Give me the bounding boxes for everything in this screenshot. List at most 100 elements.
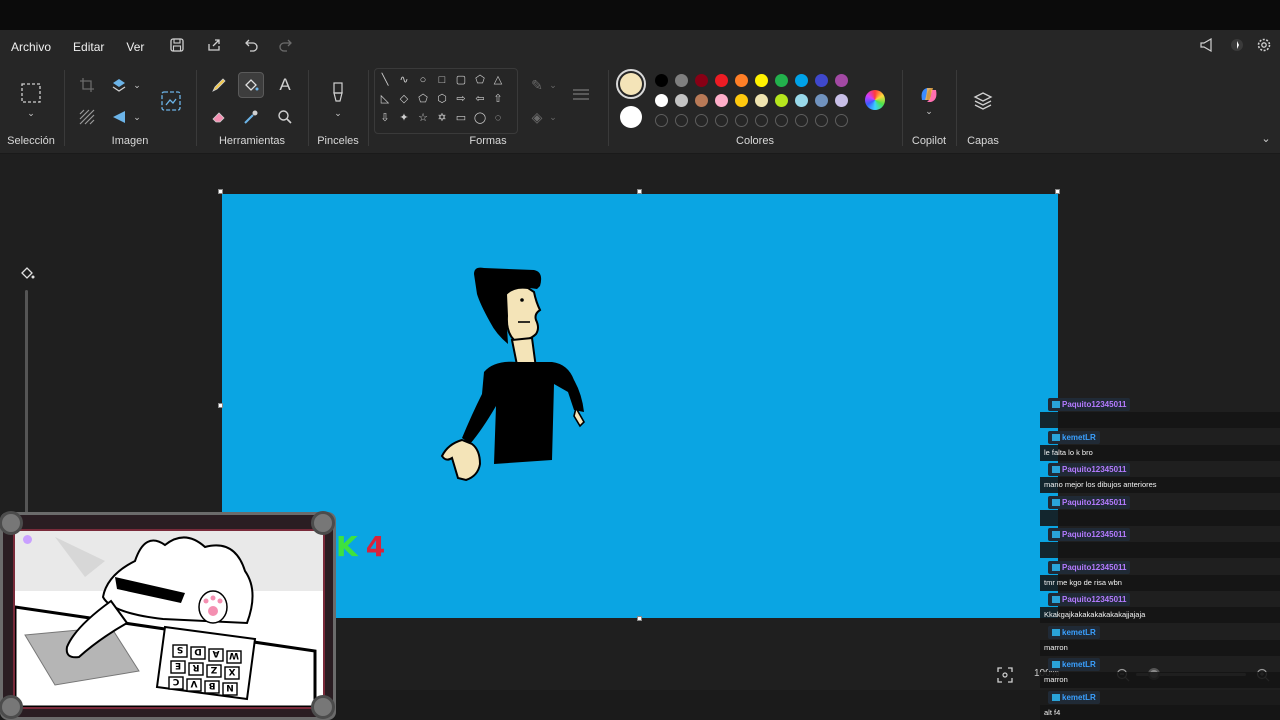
chevron-down-icon[interactable]: ⌄ [546,72,560,98]
color-swatch[interactable] [775,94,788,107]
six-point-star-shape-icon[interactable]: ✡ [435,111,449,125]
five-point-star-shape-icon[interactable]: ☆ [416,111,430,125]
color-picker-icon[interactable] [238,104,264,130]
color-swatch[interactable] [655,74,668,87]
color-swatch[interactable] [735,74,748,87]
color-swatch[interactable] [715,74,728,87]
arrow-up-shape-icon[interactable]: ⇧ [491,92,505,106]
color-swatch[interactable] [775,74,788,87]
color-swatch[interactable] [815,94,828,107]
resize-handle[interactable] [218,403,223,408]
chevron-down-icon[interactable]: ⌄ [325,106,351,120]
arrow-down-shape-icon[interactable]: ⇩ [378,111,392,125]
colors-label: Colores [736,135,774,147]
brush-size-slider[interactable] [25,290,28,520]
color-wheel-icon[interactable] [865,90,885,110]
triangle-shape-icon[interactable]: △ [491,73,505,87]
ribbon-collapse-chevron-icon[interactable]: ⌄ [1256,130,1276,146]
color-swatch[interactable] [695,94,708,107]
arrow-left-shape-icon[interactable]: ⇦ [473,92,487,106]
custom-color-slot[interactable] [655,114,668,127]
announcement-icon[interactable] [1198,37,1216,56]
fill-bucket-icon[interactable] [238,72,264,98]
resize-handle[interactable] [1055,189,1060,194]
resize-handle[interactable] [218,189,223,194]
redo-icon[interactable] [276,38,294,56]
color-swatch[interactable] [755,74,768,87]
color-swatch[interactable] [755,94,768,107]
image-group: ⌄ ⌄ Imagen [66,64,194,154]
color-swatch[interactable] [675,94,688,107]
fill-bucket-icon[interactable] [14,260,40,286]
chevron-down-icon[interactable]: ⌄ [546,104,560,130]
four-point-star-shape-icon[interactable]: ✦ [397,111,411,125]
magnifier-icon[interactable] [272,104,298,130]
resize-handle[interactable] [637,189,642,194]
custom-color-slot[interactable] [815,114,828,127]
custom-color-slot[interactable] [695,114,708,127]
keyboard-key-label: D [194,646,201,656]
brush-icon[interactable] [325,80,351,106]
callout-oval-shape-icon[interactable]: ◯ [473,111,487,125]
custom-color-slot[interactable] [775,114,788,127]
custom-color-slot[interactable] [835,114,848,127]
callout-rect-shape-icon[interactable]: ▭ [454,111,468,125]
color-swatch[interactable] [655,94,668,107]
pencil-icon[interactable] [206,72,232,98]
image-label: Imagen [111,135,149,147]
crop-icon[interactable] [74,72,100,98]
account-icon[interactable] [1228,38,1246,56]
color-swatch[interactable] [735,94,748,107]
rectangle-shape-icon[interactable]: □ [435,73,449,87]
color-swatch[interactable] [815,74,828,87]
chevron-down-icon[interactable]: ⌄ [130,104,144,130]
undo-icon[interactable] [243,38,261,56]
settings-icon[interactable] [1255,38,1273,56]
save-icon[interactable] [168,38,186,56]
chevron-down-icon[interactable]: ⌄ [130,72,144,98]
chat-username-text: kemetLR [1062,627,1096,637]
rounded-rectangle-shape-icon[interactable]: ▢ [454,73,468,87]
menu-edit[interactable]: Editar [62,40,115,54]
custom-color-slot[interactable] [795,114,808,127]
fit-to-window-icon[interactable] [992,662,1018,688]
eraser-icon[interactable] [206,104,232,130]
right-triangle-shape-icon[interactable]: ◺ [378,92,392,106]
hexagon-shape-icon[interactable]: ⬡ [435,92,449,106]
custom-color-slot[interactable] [735,114,748,127]
rectangle-select-icon[interactable] [18,80,44,106]
custom-color-slot[interactable] [675,114,688,127]
color-swatch[interactable] [835,74,848,87]
custom-color-slot[interactable] [755,114,768,127]
color-swatch[interactable] [695,74,708,87]
select-all-icon[interactable] [74,104,100,130]
menu-view[interactable]: Ver [115,40,155,54]
resize-handle[interactable] [637,616,642,621]
curve-shape-icon[interactable]: ∿ [397,73,411,87]
polygon-shape-icon[interactable]: ⬠ [473,73,487,87]
color-swatch[interactable] [675,74,688,87]
layers-icon[interactable] [970,88,996,114]
menu-file[interactable]: Archivo [0,40,62,54]
custom-color-slot[interactable] [715,114,728,127]
image-background-icon[interactable] [158,88,184,114]
arrow-right-shape-icon[interactable]: ⇨ [454,92,468,106]
resize-icon[interactable] [106,72,132,98]
color-swatch[interactable] [795,94,808,107]
text-icon[interactable]: A [272,72,298,98]
secondary-color-swatch[interactable] [620,106,642,128]
chevron-down-icon[interactable]: ⌄ [916,104,942,118]
color-swatch[interactable] [795,74,808,87]
primary-color-swatch[interactable] [616,69,646,99]
chevron-down-icon[interactable]: ⌄ [18,106,44,120]
color-swatch[interactable] [715,94,728,107]
pentagon-shape-icon[interactable]: ⬠ [416,92,430,106]
size-icon[interactable] [568,82,594,108]
line-shape-icon[interactable]: ╲ [378,73,392,87]
diamond-shape-icon[interactable]: ◇ [397,92,411,106]
share-icon[interactable] [205,38,223,56]
oval-shape-icon[interactable]: ○ [416,73,430,87]
callout-cloud-shape-icon[interactable]: ◌ [491,111,505,125]
rotate-icon[interactable] [106,104,132,130]
color-swatch[interactable] [835,94,848,107]
